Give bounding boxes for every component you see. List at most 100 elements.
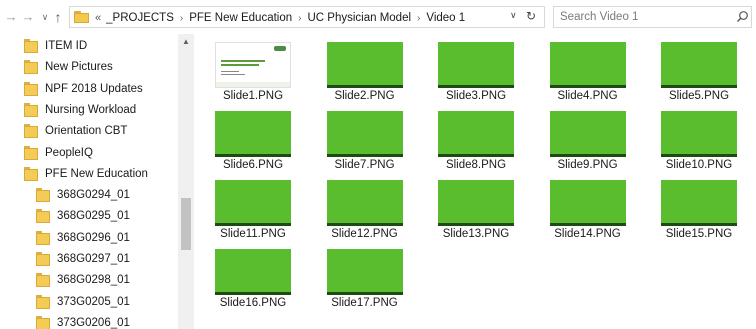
- nav-tree-item[interactable]: ITEM ID: [24, 35, 87, 57]
- file-item[interactable]: Slide13.PNG: [421, 172, 531, 240]
- nav-tree-label: 368G0294_01: [57, 189, 130, 202]
- folder-icon: [36, 252, 50, 266]
- nav-tree-item[interactable]: NPF 2018 Updates: [24, 78, 143, 100]
- scroll-thumb[interactable]: [181, 198, 191, 250]
- nav-tree-item[interactable]: PFE New Education: [24, 163, 148, 185]
- file-item[interactable]: Slide8.PNG: [421, 103, 531, 171]
- image-thumbnail: [215, 42, 291, 88]
- nav-tree-label: 368G0298_01: [57, 274, 130, 287]
- image-thumbnail: [326, 180, 403, 226]
- nav-tree-label: Orientation CBT: [45, 125, 128, 138]
- nav-tree-item[interactable]: 368G0294_01: [36, 184, 130, 206]
- file-name: Slide14.PNG: [554, 228, 621, 240]
- nav-tree-item[interactable]: 368G0296_01: [36, 227, 130, 249]
- breadcrumb-item[interactable]: UC Physician Model: [307, 12, 411, 24]
- folder-icon: [24, 145, 38, 160]
- chevron-down-icon[interactable]: ∨: [510, 10, 517, 21]
- file-item[interactable]: Slide12.PNG: [310, 172, 420, 240]
- nav-tree-label: 368G0295_01: [57, 210, 130, 223]
- file-name: Slide8.PNG: [445, 159, 507, 171]
- file-item[interactable]: Slide5.PNG: [644, 34, 754, 102]
- image-thumbnail: [549, 42, 626, 88]
- image-thumbnail: [326, 111, 403, 157]
- image-thumbnail: [438, 180, 514, 226]
- file-name: Slide7.PNG: [334, 159, 395, 171]
- nav-tree-label: 368G0296_01: [57, 231, 130, 244]
- search-box[interactable]: [553, 6, 752, 28]
- file-item[interactable]: Slide16.PNG: [198, 241, 308, 309]
- nav-tree-item[interactable]: Orientation CBT: [24, 120, 127, 142]
- file-item[interactable]: Slide9.PNG: [533, 103, 643, 171]
- nav-tree-item[interactable]: 368G0295_01: [36, 205, 130, 227]
- breadcrumb-item[interactable]: _PROJECTS: [106, 12, 174, 24]
- folder-icon: [24, 39, 38, 53]
- file-item[interactable]: Slide11.PNG: [198, 172, 308, 240]
- address-toolbar: → → ∨ ↑ « _PROJECTS › PFE New Education …: [0, 0, 756, 34]
- image-thumbnail: [326, 249, 403, 295]
- nav-tree-item[interactable]: 373G0206_01: [36, 312, 130, 329]
- folder-icon: [36, 209, 50, 224]
- chevron-right-icon[interactable]: ›: [180, 13, 183, 24]
- image-thumbnail: [326, 42, 403, 88]
- nav-tree-item[interactable]: 368G0298_01: [36, 269, 130, 291]
- breadcrumb-overflow[interactable]: «: [95, 12, 101, 24]
- file-name: Slide17.PNG: [331, 297, 398, 309]
- recent-locations-chevron-icon[interactable]: ∨: [38, 9, 52, 25]
- nav-tree-label: NPF 2018 Updates: [45, 82, 143, 95]
- file-name: Slide2.PNG: [334, 90, 395, 102]
- breadcrumb-item[interactable]: Video 1: [426, 12, 465, 24]
- folder-icon: [74, 11, 89, 23]
- refresh-icon[interactable]: ↻: [526, 9, 536, 23]
- nav-tree-label: 373G0206_01: [57, 316, 130, 329]
- folder-icon: [36, 294, 50, 309]
- folder-icon: [24, 166, 38, 181]
- image-thumbnail: [438, 111, 514, 157]
- file-item[interactable]: Slide10.PNG: [644, 103, 754, 171]
- nav-tree-label: Nursing Workload: [45, 103, 137, 116]
- file-name: Slide1.PNG: [222, 90, 284, 102]
- breadcrumb: « _PROJECTS › PFE New Education › UC Phy…: [95, 10, 465, 26]
- nav-tree-item[interactable]: New Pictures: [24, 56, 113, 78]
- back-arrow-icon[interactable]: →: [4, 9, 18, 25]
- folder-icon: [24, 124, 38, 139]
- file-item[interactable]: Slide4.PNG: [533, 34, 643, 102]
- file-item[interactable]: Slide2.PNG: [310, 34, 420, 102]
- folder-icon: [24, 81, 38, 96]
- file-item[interactable]: Slide15.PNG: [644, 172, 754, 240]
- forward-arrow-icon[interactable]: →: [21, 9, 35, 25]
- file-item[interactable]: Slide3.PNG: [421, 34, 531, 102]
- nav-tree-item[interactable]: PeopleIQ: [24, 142, 93, 164]
- file-name: Slide9.PNG: [557, 159, 618, 171]
- chevron-right-icon[interactable]: ›: [298, 13, 301, 24]
- file-item[interactable]: Slide7.PNG: [310, 103, 420, 171]
- folder-icon: [36, 315, 50, 329]
- chevron-right-icon[interactable]: ›: [417, 13, 420, 24]
- nav-tree-item[interactable]: 373G0205_01: [36, 291, 130, 313]
- image-thumbnail: [438, 42, 514, 88]
- nav-tree-item[interactable]: 368G0297_01: [36, 248, 130, 270]
- nav-tree-label: 368G0297_01: [57, 253, 130, 265]
- search-input[interactable]: [560, 9, 725, 25]
- search-icon[interactable]: [736, 10, 749, 23]
- file-name: Slide10.PNG: [665, 159, 733, 171]
- nav-scrollbar[interactable]: ▲: [178, 34, 194, 329]
- up-arrow-icon[interactable]: ↑: [51, 9, 65, 25]
- nav-tree-item[interactable]: Nursing Workload: [24, 99, 136, 121]
- file-item[interactable]: Slide14.PNG: [533, 172, 643, 240]
- file-view: Slide1.PNG Slide2.PNG Slide3.PNG Slide4.PNG…: [198, 34, 756, 329]
- image-thumbnail: [215, 249, 291, 295]
- scroll-up-icon[interactable]: ▲: [178, 36, 194, 48]
- image-thumbnail: [661, 180, 737, 226]
- file-name: Slide15.PNG: [665, 228, 733, 240]
- breadcrumb-item[interactable]: PFE New Education: [189, 12, 292, 24]
- file-name: Slide4.PNG: [557, 90, 618, 102]
- image-thumbnail: [549, 180, 626, 226]
- file-name: Slide12.PNG: [331, 228, 398, 240]
- file-item[interactable]: Slide1.PNG: [198, 34, 308, 102]
- image-thumbnail: [661, 42, 737, 88]
- folder-icon: [24, 102, 38, 117]
- file-item[interactable]: Slide6.PNG: [198, 103, 308, 171]
- address-bar[interactable]: « _PROJECTS › PFE New Education › UC Phy…: [69, 6, 545, 28]
- nav-tree-label: New Pictures: [45, 61, 113, 74]
- file-item[interactable]: Slide17.PNG: [310, 241, 420, 309]
